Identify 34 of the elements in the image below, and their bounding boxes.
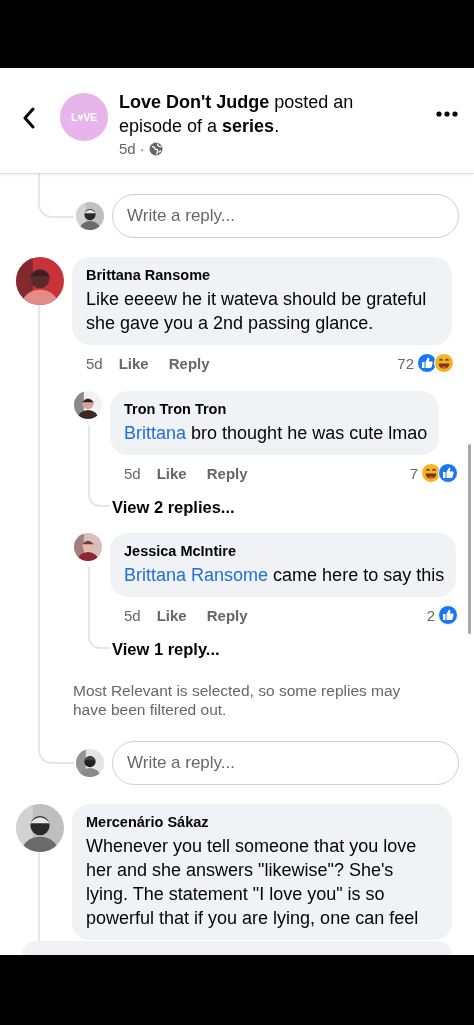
like-link[interactable]: Like [156,464,187,482]
separator-dot: · [139,140,145,157]
mention-link[interactable]: Brittana Ransome [124,565,269,585]
reaction-count: 72 [397,354,414,372]
comment-text: Brittana Ransome came here to say this [124,564,445,587]
comment-time: 5d [124,464,141,482]
reply-link[interactable]: Reply [168,354,210,372]
view-replies-link[interactable]: View 2 replies... [112,497,235,517]
like-link[interactable]: Like [156,606,187,624]
comment-time: 5d [86,354,103,372]
mention-link[interactable]: Brittana [124,423,187,443]
author-name[interactable]: Mercenário Sákaz [86,813,440,832]
reply-field[interactable]: Write a reply... [112,741,459,785]
post-title: Love Don't Judge posted an episode of a series. [119,91,355,138]
globe-icon [148,141,163,156]
post-time: 5d [119,140,136,157]
reaction-count: 2 [426,606,435,624]
logo-text: L♥VE [71,110,97,123]
more-icon[interactable] [436,110,458,117]
comment-time: 5d [124,606,141,624]
reply-link[interactable]: Reply [206,464,248,482]
reply-field[interactable]: Write a reply... [112,194,459,238]
view-replies-link[interactable]: View 1 reply... [112,639,220,659]
back-icon[interactable] [22,106,36,129]
reaction-count: 7 [409,464,418,482]
author-name[interactable]: Jessica McIntire [124,542,445,561]
reply-link[interactable]: Reply [206,606,248,624]
author-name[interactable]: Tron Tron Tron [124,400,428,419]
like-link[interactable]: Like [118,354,149,372]
comment-text: Whenever you tell someone that you love her and she answers "likewise"? She's lying. The statement "I love you" is so powerful that if you are lying, one can feel [86,835,420,930]
comment-text: Brittana bro thought he was cute lmao [124,422,428,445]
filter-notice: Most Relevant is selected, so some replies may have been filtered out. [73,681,402,719]
author-name[interactable]: Brittana Ransome [86,266,440,285]
comment-text: Like eeeew he it wateva should be grateful she gave you a 2nd passing glance. [86,288,428,335]
